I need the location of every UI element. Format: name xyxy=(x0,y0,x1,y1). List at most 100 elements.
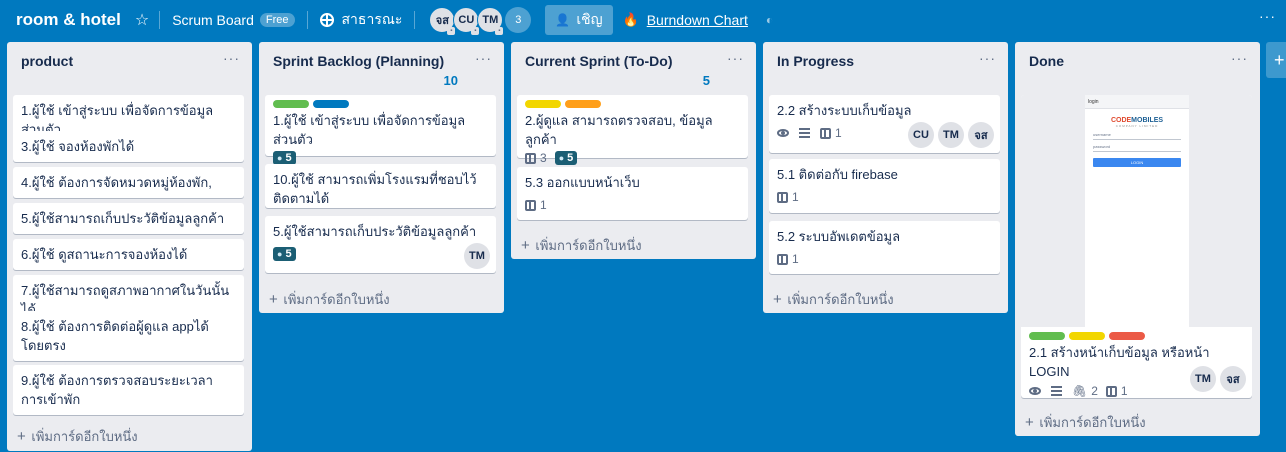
card[interactable]: 2.2 สร้างระบบเก็บข้อมูล 1 CU TM จส xyxy=(769,95,1000,153)
board-type-label: Scrum Board xyxy=(172,12,254,28)
list-menu-icon[interactable]: ··· xyxy=(1231,50,1248,66)
avatar[interactable]: จส ▪ xyxy=(429,7,456,35)
invite-button[interactable]: 👤 เชิญ xyxy=(545,5,613,35)
label-orange[interactable] xyxy=(565,100,601,108)
card-members: TM xyxy=(464,243,490,269)
admin-icon: ▪ xyxy=(495,27,504,35)
plus-icon: + xyxy=(269,291,278,308)
card[interactable]: 5.2 ระบบอัพเดตข้อมูล 1 xyxy=(769,221,1000,274)
admin-icon: ▪ xyxy=(471,27,480,35)
watch-badge xyxy=(777,129,791,137)
label-blue[interactable] xyxy=(313,100,349,108)
watch-badge xyxy=(1029,387,1043,395)
card-members: CU TM จส xyxy=(908,122,994,148)
thumb-login-button: LOGIN xyxy=(1093,158,1181,167)
list-title[interactable]: Done xyxy=(1029,53,1064,69)
thumb-password-field: password xyxy=(1093,144,1181,152)
flame-icon: 🔥 xyxy=(622,12,639,27)
visibility-button[interactable]: สาธารณะ xyxy=(314,4,409,36)
label-yellow[interactable] xyxy=(1069,332,1105,340)
label-green[interactable] xyxy=(1029,332,1065,340)
list-header: Done ··· xyxy=(1015,42,1260,78)
card[interactable]: 4.ผู้ใช้ ต้องการจัดหมวดหมู่ห้องพัก, xyxy=(13,167,244,198)
card-title: 6.ผู้ใช้ ดูสถานะการจองห้องได้ xyxy=(21,247,188,262)
add-card-button[interactable]: + เพิ่มการ์ดอีกใบหนึ่ง xyxy=(269,289,390,310)
board-members: จส ▪ CU ▪ TM ▪ 3 xyxy=(429,7,532,35)
label-red[interactable] xyxy=(1109,332,1145,340)
login-screen-thumbnail: login CODEMOBILES COMPANY LIMITED userna… xyxy=(1085,95,1189,327)
card-badges: 1 xyxy=(769,252,1000,272)
avatar[interactable]: TM ▪ xyxy=(477,7,504,35)
burndown-chart-button[interactable]: 🔥 Burndown Chart xyxy=(623,12,748,28)
list-title[interactable]: product xyxy=(21,53,73,69)
avatar[interactable]: CU ▪ xyxy=(453,7,480,35)
list-current-sprint: Current Sprint (To-Do) ··· 5 2.ผู้ดูแล ส… xyxy=(511,42,756,259)
list-title[interactable]: In Progress xyxy=(777,53,854,69)
avatar[interactable]: TM xyxy=(464,243,490,269)
card[interactable]: 3.ผู้ใช้ จองห้องพักได้ xyxy=(13,131,244,162)
board-title[interactable]: room & hotel xyxy=(16,10,121,30)
description-badge xyxy=(1051,386,1064,396)
label-yellow[interactable] xyxy=(525,100,561,108)
add-card-button[interactable]: + เพิ่มการ์ดอีกใบหนึ่ง xyxy=(521,235,642,256)
add-card-button[interactable]: + เพิ่มการ์ดอีกใบหนึ่ง xyxy=(1025,412,1146,433)
card-title: 2.ผู้ดูแล สามารถตรวจสอบ, ข้อมูลลูกค้า xyxy=(525,113,713,147)
card[interactable]: 5.3 ออกแบบหน้าเว็บ 1 xyxy=(517,167,748,220)
company-logo: CODEMOBILES xyxy=(1110,117,1164,124)
checklist-badge: 1 xyxy=(777,190,799,204)
avatar[interactable]: จส xyxy=(1220,366,1246,392)
list-menu-icon[interactable]: ··· xyxy=(727,50,744,66)
add-list-button[interactable]: + xyxy=(1266,42,1286,78)
powerup-icon[interactable]: ◐ xyxy=(766,13,773,27)
card-title: 8.ผู้ใช้ ต้องการติดต่อผู้ดูแล appได้โดยต… xyxy=(21,319,209,353)
star-icon[interactable]: ☆ xyxy=(135,10,149,30)
avatar[interactable]: จส xyxy=(968,122,994,148)
label-green[interactable] xyxy=(273,100,309,108)
checklist-badge: 1 xyxy=(820,126,842,140)
checklist-icon xyxy=(1105,385,1117,397)
list-title[interactable]: Current Sprint (To-Do) xyxy=(525,53,673,69)
list-menu-icon[interactable]: ··· xyxy=(979,50,996,66)
add-card-button[interactable]: + เพิ่มการ์ดอีกใบหนึ่ง xyxy=(17,426,138,447)
invite-label: เชิญ xyxy=(576,11,603,27)
card[interactable]: 5.1 ติดต่อกับ firebase 1 xyxy=(769,159,1000,213)
list-menu-icon[interactable]: ··· xyxy=(223,50,240,66)
member-count-badge[interactable]: 3 xyxy=(505,7,532,33)
attachment-badge: 🖇 2 xyxy=(1072,384,1098,398)
add-card-button[interactable]: + เพิ่มการ์ดอีกใบหนึ่ง xyxy=(773,289,894,310)
globe-icon xyxy=(319,13,334,27)
card[interactable]: 10.ผู้ใช้ สามารถเพิ่มโรงแรมที่ชอบไว้ติดต… xyxy=(265,164,496,208)
card[interactable]: login CODEMOBILES COMPANY LIMITED userna… xyxy=(1021,95,1252,398)
thumb-title: login xyxy=(1085,95,1189,109)
card[interactable]: 5.ผู้ใช้สามารถเก็บประวัติข้อมูลลูกค้า ● 5… xyxy=(265,216,496,273)
card-title: 4.ผู้ใช้ ต้องการจัดหมวดหมู่ห้องพัก, xyxy=(21,175,212,190)
checklist-icon xyxy=(820,127,831,139)
card-labels xyxy=(265,95,496,108)
card[interactable]: 8.ผู้ใช้ ต้องการติดต่อผู้ดูแล appได้โดยต… xyxy=(13,311,244,361)
avatar[interactable]: CU xyxy=(908,122,934,148)
card[interactable]: 5.ผู้ใช้สามารถเก็บประวัติข้อมูลลูกค้า xyxy=(13,203,244,234)
list-title[interactable]: Sprint Backlog (Planning) xyxy=(273,53,444,69)
eye-icon xyxy=(777,129,789,137)
card[interactable]: 9.ผู้ใช้ ต้องการตรวจสอบระยะเวลา การเข้าพ… xyxy=(13,365,244,415)
list-sprint-backlog: Sprint Backlog (Planning) ··· 10 1.ผู้ใช… xyxy=(259,42,504,313)
list-menu-icon[interactable]: ··· xyxy=(475,50,492,66)
avatar[interactable]: TM xyxy=(938,122,964,148)
card[interactable]: 2.ผู้ดูแล สามารถตรวจสอบ, ข้อมูลลูกค้า 3 … xyxy=(517,95,748,165)
more-menu-icon[interactable]: ··· xyxy=(1259,8,1276,24)
checklist-icon xyxy=(525,152,536,164)
card-title: 1.ผู้ใช้ เข้าสู่ระบบ เพื่อจัดการข้อมูลส่… xyxy=(273,113,466,147)
visibility-label: สาธารณะ xyxy=(341,11,403,27)
card[interactable]: 1.ผู้ใช้ เข้าสู่ระบบ เพื่อจัดการข้อมูลส่… xyxy=(265,95,496,165)
list-product: product ··· 1.ผู้ใช้ เข้าสู่ระบบ เพื่อจั… xyxy=(7,42,252,451)
card-title: 5.ผู้ใช้สามารถเก็บประวัติข้อมูลลูกค้า xyxy=(21,211,225,226)
board-type-button[interactable]: Scrum Board Free xyxy=(166,4,300,36)
plus-icon: + xyxy=(17,428,26,445)
description-badge xyxy=(799,128,812,138)
plus-icon: + xyxy=(773,291,782,308)
card[interactable]: 6.ผู้ใช้ ดูสถานะการจองห้องได้ xyxy=(13,239,244,270)
avatar[interactable]: TM xyxy=(1190,366,1216,392)
list-header: Sprint Backlog (Planning) ··· 10 xyxy=(259,42,504,88)
bulb-icon: ● xyxy=(558,153,565,163)
bulb-icon: ● xyxy=(277,249,283,259)
